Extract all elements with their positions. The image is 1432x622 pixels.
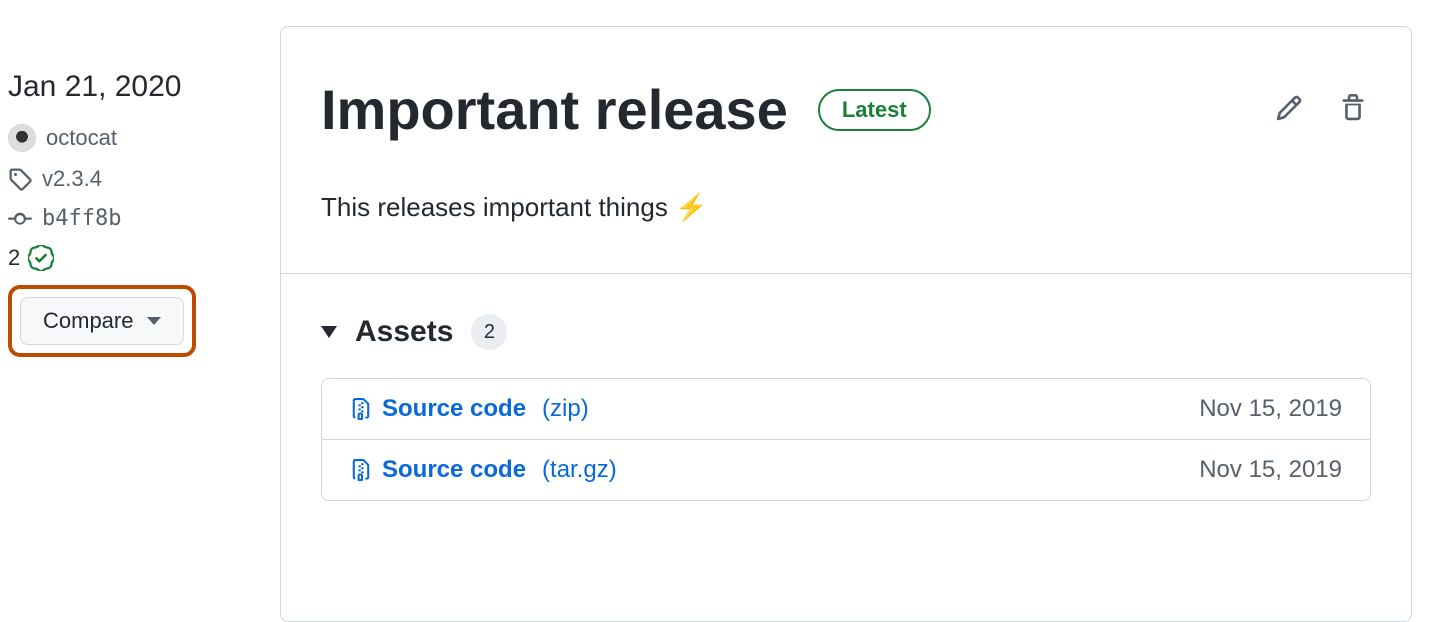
- commit-sha: b4ff8b: [42, 206, 121, 231]
- edit-button[interactable]: [1271, 90, 1307, 129]
- asset-date: Nov 15, 2019: [1199, 395, 1342, 423]
- asset-row: Source code (tar.gz) Nov 15, 2019: [322, 440, 1370, 500]
- delete-button[interactable]: [1335, 90, 1371, 129]
- release-panel: Important release Latest This releases i…: [280, 26, 1412, 622]
- pencil-icon: [1275, 94, 1303, 122]
- asset-link[interactable]: Source code (zip): [350, 395, 589, 423]
- assets-list: Source code (zip) Nov 15, 2019 Source co…: [321, 378, 1371, 501]
- file-zip-icon: [350, 457, 372, 483]
- asset-ext: (zip): [542, 395, 589, 423]
- avatar: [8, 124, 36, 152]
- compare-label: Compare: [43, 308, 133, 334]
- release-body: This releases important things ⚡: [281, 162, 1411, 274]
- asset-date: Nov 15, 2019: [1199, 456, 1342, 484]
- asset-link[interactable]: Source code (tar.gz): [350, 456, 617, 484]
- lightning-icon: ⚡: [675, 192, 707, 222]
- chevron-down-icon: [147, 317, 161, 325]
- verified-count: 2: [8, 245, 20, 271]
- assets-section: Assets 2 Source code (zip) Nov 15, 2019 …: [281, 274, 1411, 541]
- asset-name: Source code: [382, 456, 526, 484]
- author-name: octocat: [46, 125, 117, 151]
- tag-name: v2.3.4: [42, 166, 102, 192]
- commit-icon: [8, 207, 32, 231]
- file-zip-icon: [350, 396, 372, 422]
- assets-count-badge: 2: [471, 314, 507, 350]
- compare-button[interactable]: Compare: [20, 297, 184, 345]
- tag-row[interactable]: v2.3.4: [8, 166, 280, 192]
- asset-name: Source code: [382, 395, 526, 423]
- release-header: Important release Latest: [281, 27, 1411, 162]
- verified-icon: [28, 245, 54, 271]
- trash-icon: [1339, 94, 1367, 122]
- assets-heading: Assets: [355, 315, 453, 349]
- disclosure-triangle-icon: [321, 326, 337, 338]
- commit-row[interactable]: b4ff8b: [8, 206, 280, 231]
- asset-row: Source code (zip) Nov 15, 2019: [322, 379, 1370, 440]
- release-date: Jan 21, 2020: [8, 70, 280, 104]
- author-row[interactable]: octocat: [8, 124, 280, 152]
- compare-highlight: Compare: [8, 285, 196, 357]
- release-body-text: This releases important things: [321, 192, 675, 222]
- assets-header[interactable]: Assets 2: [321, 314, 1371, 350]
- tag-icon: [8, 167, 32, 191]
- verified-row[interactable]: 2: [8, 245, 280, 271]
- asset-ext: (tar.gz): [542, 456, 617, 484]
- release-sidebar: Jan 21, 2020 octocat v2.3.4 b4ff8b 2 Com…: [0, 0, 280, 622]
- latest-badge: Latest: [818, 89, 931, 131]
- release-title: Important release: [321, 77, 788, 142]
- header-actions: [1271, 90, 1371, 129]
